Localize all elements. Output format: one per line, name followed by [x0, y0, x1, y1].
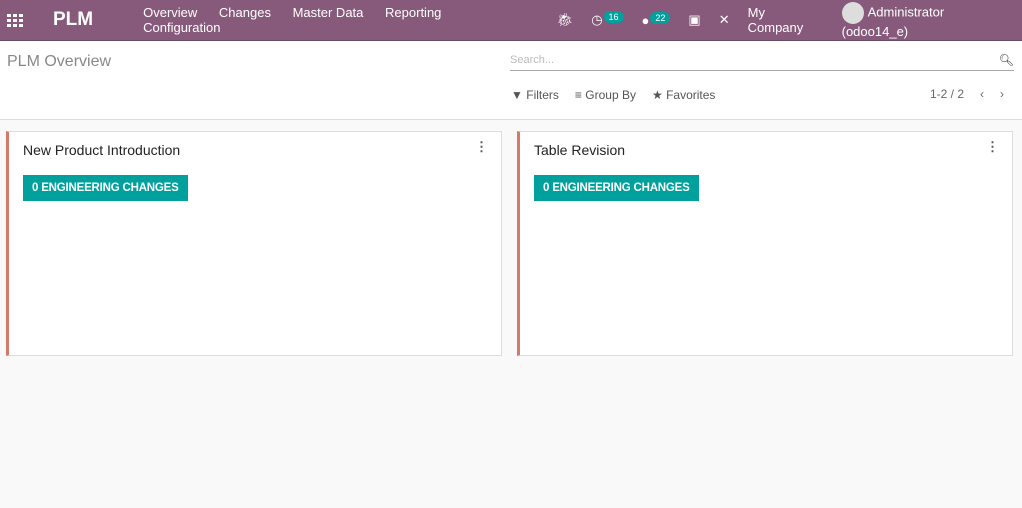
- avatar: [841, 1, 864, 24]
- engineering-changes-button[interactable]: 0 ENGINEERING CHANGES: [23, 175, 188, 201]
- top-navbar: PLM Overview Changes Master Data Reporti…: [0, 0, 1022, 41]
- tools-icon[interactable]: ✕: [719, 12, 730, 28]
- favorites-button[interactable]: ★ Favorites: [652, 88, 715, 102]
- star-icon: ★: [651, 88, 663, 102]
- search-input[interactable]: [510, 53, 999, 66]
- card-menu-icon[interactable]: ⋮: [986, 139, 999, 155]
- filter-icon: ▼: [511, 88, 523, 102]
- kanban-card[interactable]: Table Revision ⋮ 0 ENGINEERING CHANGES: [517, 131, 1013, 356]
- menu-overview[interactable]: Overview: [143, 5, 197, 20]
- card-title: New Product Introduction: [23, 142, 181, 158]
- engineering-changes-button[interactable]: 0 ENGINEERING CHANGES: [534, 175, 699, 201]
- filters-button[interactable]: ▼ Filters: [511, 88, 559, 102]
- group-by-button[interactable]: ≡ Group By: [575, 88, 636, 102]
- page-title: PLM Overview: [7, 53, 112, 70]
- user-menu[interactable]: Administrator (odoo14_e): [841, 1, 1013, 39]
- pager-value[interactable]: 1-2 / 2: [930, 87, 964, 101]
- kanban-card[interactable]: New Product Introduction ⋮ 0 ENGINEERING…: [6, 131, 502, 356]
- company-switcher[interactable]: My Company: [748, 5, 824, 35]
- control-panel: PLM Overview 🔍︎ ▼ Filters ≡ Group By ★ F…: [0, 41, 1022, 120]
- activity-badge: 16: [603, 11, 624, 23]
- pager-next-icon[interactable]: ›: [1000, 87, 1004, 101]
- bars-icon: ≡: [574, 88, 582, 102]
- pager-previous-icon[interactable]: ‹: [980, 87, 984, 101]
- clock-icon: ◷: [591, 12, 603, 27]
- gift-icon[interactable]: ▣: [688, 12, 700, 28]
- activity-button[interactable]: ◷ 16: [591, 11, 624, 28]
- search-bar: 🔍︎: [510, 49, 1014, 71]
- chat-icon: ●: [641, 12, 650, 28]
- menu-configuration[interactable]: Configuration: [143, 20, 220, 35]
- search-icon[interactable]: 🔍︎: [999, 53, 1014, 67]
- menu-reporting[interactable]: Reporting: [385, 5, 441, 20]
- card-menu-icon[interactable]: ⋮: [475, 139, 488, 155]
- menu-changes[interactable]: Changes: [219, 5, 271, 20]
- card-title: Table Revision: [534, 142, 626, 158]
- app-brand[interactable]: PLM: [53, 9, 93, 31]
- messages-button[interactable]: ● 22: [641, 11, 671, 28]
- messages-badge: 22: [650, 11, 671, 24]
- menu-master-data[interactable]: Master Data: [293, 5, 364, 20]
- apps-menu-icon[interactable]: [7, 13, 23, 27]
- debug-bug-icon[interactable]: 🐞︎: [557, 12, 574, 28]
